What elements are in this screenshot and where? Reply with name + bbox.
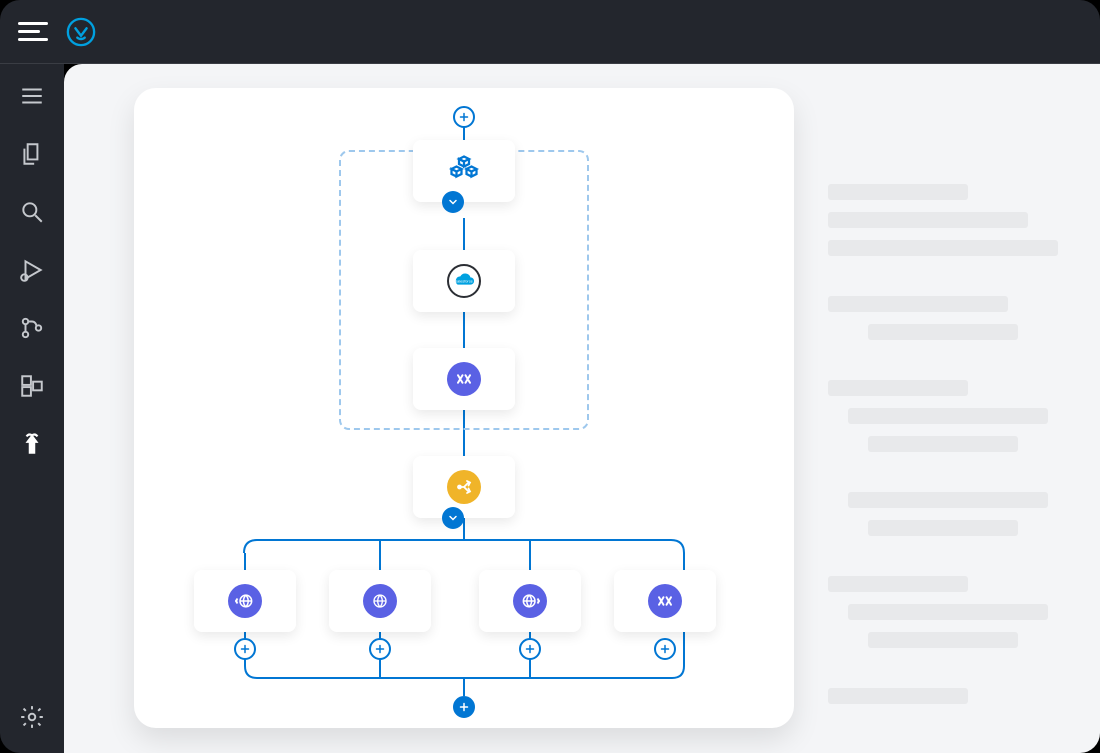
add-node-branch-button[interactable] — [369, 638, 391, 660]
route-icon — [447, 470, 481, 504]
flow-node-transform-1[interactable] — [413, 348, 515, 410]
extensions-icon[interactable] — [18, 372, 46, 400]
run-debug-icon[interactable] — [18, 256, 46, 284]
search-icon[interactable] — [18, 198, 46, 226]
add-node-merge-button[interactable] — [453, 696, 475, 718]
add-node-branch-button[interactable] — [654, 638, 676, 660]
add-node-branch-button[interactable] — [519, 638, 541, 660]
flow-node-branch-4[interactable] — [614, 570, 716, 632]
http-in-icon — [513, 584, 547, 618]
flow-node-branch-1[interactable] — [194, 570, 296, 632]
flow-canvas[interactable]: salesforce — [134, 88, 794, 728]
properties-panel-placeholder — [800, 64, 1100, 753]
source-control-icon[interactable] — [18, 314, 46, 342]
salesforce-icon: salesforce — [447, 264, 481, 298]
flow-node-salesforce-connector[interactable]: salesforce — [413, 250, 515, 312]
settings-icon[interactable] — [18, 703, 46, 731]
cubes-icon — [449, 154, 479, 188]
hamburger-menu-button[interactable] — [18, 12, 58, 52]
http-icon — [363, 584, 397, 618]
expand-chevron-icon[interactable] — [442, 191, 464, 213]
flow-node-branch-3[interactable] — [479, 570, 581, 632]
transform-icon — [447, 362, 481, 396]
transform-icon — [648, 584, 682, 618]
expand-chevron-icon[interactable] — [442, 507, 464, 529]
svg-text:salesforce: salesforce — [455, 279, 473, 283]
add-node-top-button[interactable] — [453, 106, 475, 128]
add-node-branch-button[interactable] — [234, 638, 256, 660]
menu-icon[interactable] — [18, 82, 46, 110]
explorer-icon[interactable] — [18, 140, 46, 168]
http-out-icon — [228, 584, 262, 618]
flow-node-choice-router[interactable] — [413, 456, 515, 518]
mulesoft-logo-icon — [66, 17, 96, 47]
flow-node-branch-2[interactable] — [329, 570, 431, 632]
flow-node-scheduler[interactable] — [413, 140, 515, 202]
mulesoft-nav-icon[interactable] — [18, 430, 46, 458]
